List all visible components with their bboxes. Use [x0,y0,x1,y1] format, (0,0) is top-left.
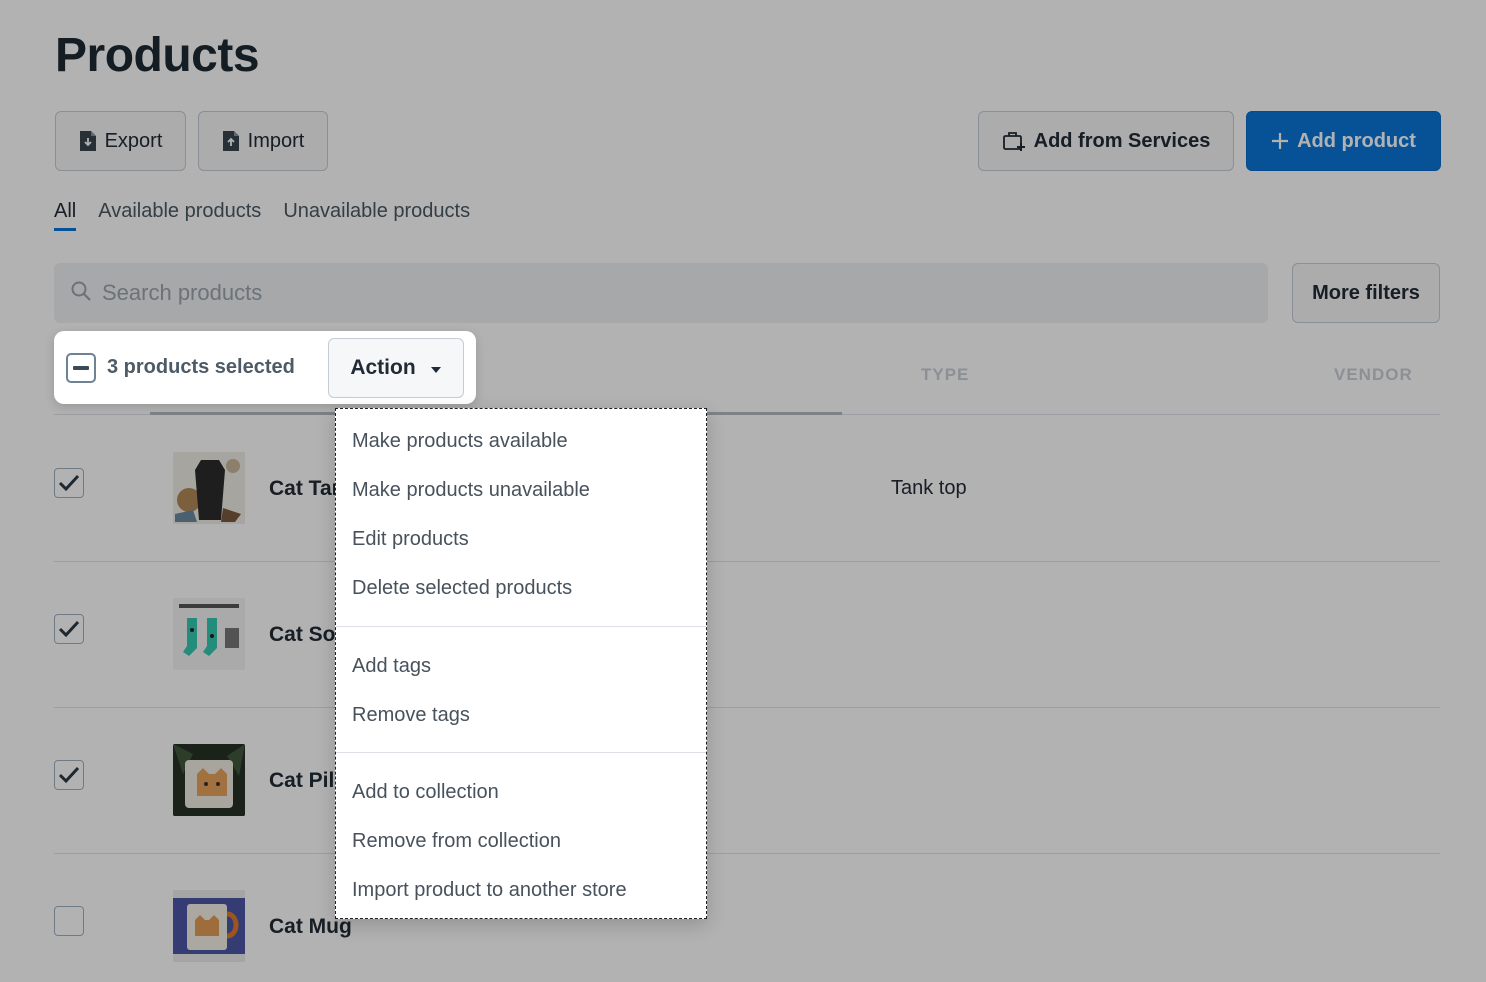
menu-item-import-to-another-store[interactable]: Import product to another store [352,879,627,902]
products-page: Products Export Import Add from Services… [0,0,1486,982]
deselect-all-checkbox[interactable] [66,353,96,383]
caret-down-icon [430,356,442,380]
modal-overlay[interactable] [0,0,1486,982]
menu-item-add-tags[interactable]: Add tags [352,655,431,678]
menu-item-remove-tags[interactable]: Remove tags [352,704,470,727]
menu-divider [336,752,706,753]
selected-count: 3 products selected [107,356,295,378]
menu-item-make-unavailable[interactable]: Make products unavailable [352,479,590,502]
menu-item-delete-selected[interactable]: Delete selected products [352,577,572,600]
menu-item-edit-products[interactable]: Edit products [352,528,469,551]
menu-item-add-to-collection[interactable]: Add to collection [352,781,499,804]
menu-item-make-available[interactable]: Make products available [352,430,568,453]
action-menu: Make products available Make products un… [335,408,707,919]
bulk-actions-bar: 3 products selected Action [54,331,476,404]
action-dropdown-button[interactable]: Action [328,338,464,398]
menu-item-remove-from-collection[interactable]: Remove from collection [352,830,561,853]
minus-icon [73,366,89,370]
menu-divider [336,626,706,627]
action-label: Action [350,356,416,379]
